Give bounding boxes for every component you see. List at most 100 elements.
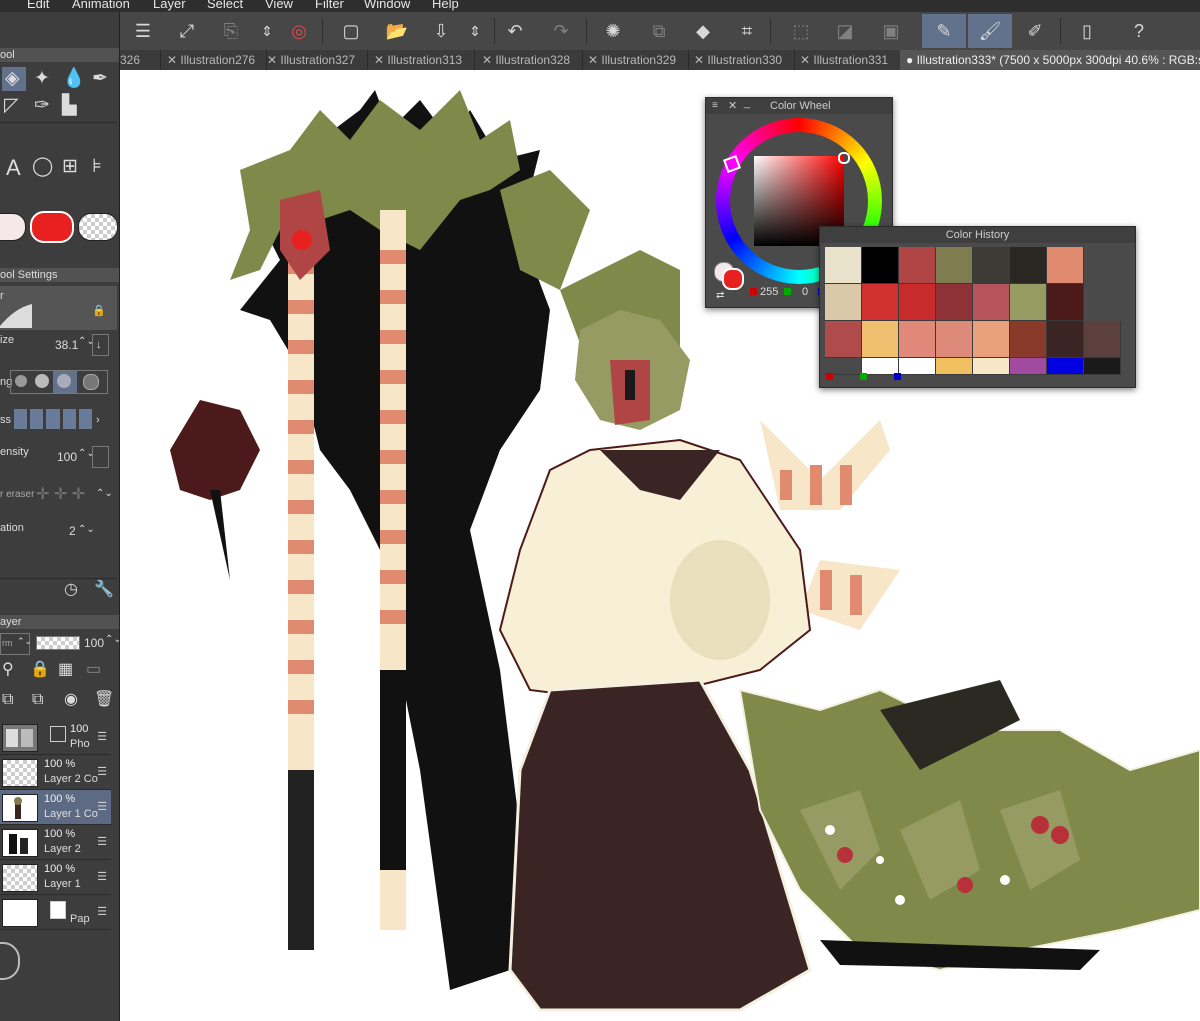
layer-mask-icon[interactable]: ◉ [64,692,78,708]
ruler-tool-icon[interactable]: ◸ [4,96,19,115]
delete-layer-icon[interactable]: 🗑 [94,692,114,708]
red-value[interactable]: 255 [760,286,778,298]
tab-illustration313[interactable]: ✕ Illustration313 [368,50,475,70]
layer-row[interactable]: 100 % Layer 2 ☰ [0,825,111,860]
layer-menu-icon[interactable]: ☰ [97,730,107,743]
green-value[interactable]: 0 [802,286,808,298]
color-history-swatch[interactable] [973,247,1010,284]
tab-illustration276[interactable]: ✕ Illustration276 [161,50,267,70]
color-history-swatch[interactable] [973,284,1010,321]
menu-help[interactable]: Help [432,0,459,11]
save-stepper-icon[interactable]: ⇕ [460,16,490,46]
layer-row[interactable]: 100 Pho ☰ [0,720,111,755]
menu-select[interactable]: Select [207,0,243,11]
color-history-swatch[interactable] [1084,358,1121,375]
color-history-swatch[interactable] [936,321,973,358]
mask-icon[interactable]: ▭ [86,662,101,678]
blend-tool-icon[interactable]: 💧 [62,69,86,88]
color-history-swatch[interactable] [936,358,973,375]
layer-menu-icon[interactable]: ☰ [97,800,107,813]
tip-shape-selector[interactable] [10,370,108,394]
wrench-icon[interactable]: 🔧 [94,582,114,598]
lock-icon[interactable]: 🔒 [92,304,106,317]
selection-border-icon[interactable]: ▣ [876,16,906,46]
color-history-swatch[interactable] [936,284,973,321]
menu-edit[interactable]: Edit [27,0,49,11]
brush-mode-icon[interactable]: 🖌 [968,14,1012,48]
device-icon[interactable]: ▯ [1072,16,1102,46]
navigator-dial[interactable] [0,942,20,980]
ation-stepper-icon[interactable]: ⌃⌄ [78,524,95,535]
minimize-icon[interactable]: _ [744,95,750,111]
layer-menu-icon[interactable]: ☰ [97,870,107,883]
color-history-swatch[interactable] [1010,358,1047,375]
tab-illustration333[interactable]: ● Illustration333* (7500 x 5000px 300dpi… [900,50,1200,70]
fit-canvas-icon[interactable]: ⤢ [172,16,202,46]
opacity-stepper-icon[interactable]: ⌃⌄ [105,634,119,645]
eraser-mode-icon[interactable]: ✐ [1020,16,1050,46]
transform-icon[interactable]: ⧉ [644,16,674,46]
color-history-swatch[interactable] [899,284,936,321]
pen-tool-icon[interactable]: ✒ [92,69,108,88]
color-history-swatch[interactable] [825,321,862,358]
help-icon[interactable]: ? [1124,16,1154,46]
layer-row[interactable]: Pap ☰ [0,895,111,930]
eyedropper-tool-icon[interactable]: ✑ [34,96,50,115]
tab-illustration330[interactable]: ✕ Illustration330 [688,50,795,70]
frame-tool-icon[interactable]: ⊞ [62,157,78,176]
color-history-swatch[interactable] [825,284,862,321]
menu-view[interactable]: View [265,0,293,11]
color-history-swatch[interactable] [899,321,936,358]
sparkle-tool-icon[interactable]: ✦ [34,69,50,88]
invert-selection-icon[interactable]: ◪ [830,16,860,46]
fill-icon[interactable]: ◆ [688,16,718,46]
color-history-swatch[interactable] [1047,247,1084,284]
redo-icon[interactable]: ↷ [546,16,576,46]
size-value[interactable]: 38.1 [55,338,78,352]
color-history-swatch[interactable] [1047,284,1084,321]
menu-layer[interactable]: Layer [153,0,186,11]
new-canvas-icon[interactable]: ▢ [336,16,366,46]
drag-handle-icon[interactable]: ≡ [712,98,718,114]
color-history-swatch[interactable] [936,247,973,284]
color-history-swatch[interactable] [1010,284,1047,321]
tab-illustration327[interactable]: ✕ Illustration327 [261,50,368,70]
color-history-swatch[interactable] [1047,321,1084,358]
clip-icon[interactable]: ⚲ [2,662,14,678]
color-history-swatch[interactable] [899,247,936,284]
color-history-swatch[interactable] [1010,247,1047,284]
hardness-slider[interactable] [14,409,93,429]
tab-illustration329[interactable]: ✕ Illustration329 [582,50,689,70]
fill-tool-icon[interactable]: ▙ [62,96,77,115]
color-history-swatch[interactable] [973,358,1010,375]
ref-layer-icon[interactable]: ▦ [58,662,73,678]
crop-icon[interactable]: ⌗ [732,16,762,46]
text-tool-icon[interactable]: A [6,157,21,179]
chevron-right-icon[interactable]: › [96,414,100,426]
layer-row[interactable]: 100 % Layer 2 Co ☰ [0,755,111,790]
color-history-swatch[interactable] [973,321,1010,358]
blend-mode-select[interactable]: rm ⌃⌄ [0,633,32,655]
tab-illustration328[interactable]: ✕ Illustration328 [476,50,583,70]
density-value[interactable]: 100 [57,450,77,464]
wheel-main-color[interactable] [722,268,744,290]
pen-mode-icon[interactable]: ✎ [922,14,966,48]
eraser-mode-options[interactable]: ✛ ✛ ✛ [36,484,85,504]
new-layer-icon[interactable]: ⧉ [2,692,13,708]
layer-row-selected[interactable]: 100 % Layer 1 Co ☰ [0,790,111,825]
deselect-icon[interactable]: ⬚ [786,16,816,46]
menu-filter[interactable]: Filter [315,0,344,11]
open-folder-icon[interactable]: 📂 [382,16,412,46]
brush-preview[interactable]: r 🔒 [0,286,117,330]
object-tool-icon[interactable]: ⊧ [92,157,102,176]
main-color-swatch[interactable] [30,211,74,243]
color-history-swatch[interactable] [1084,321,1121,358]
color-history-swatch[interactable] [825,247,862,284]
layer-menu-icon[interactable]: ☰ [97,765,107,778]
close-icon[interactable]: ✕ [728,98,737,114]
stepper-icon[interactable]: ⇕ [252,16,282,46]
opacity-slider[interactable] [36,636,80,650]
export-icon[interactable]: ⎘ [216,16,246,46]
save-icon[interactable]: ⇩ [426,16,456,46]
companion-icon[interactable]: ◎ [284,16,314,46]
